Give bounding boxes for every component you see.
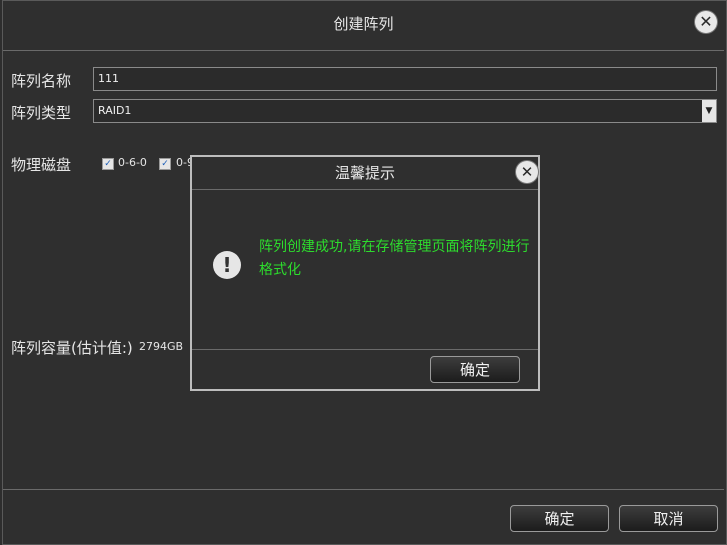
capacity-label: 阵列容量(估计值:) bbox=[11, 339, 133, 357]
title-divider bbox=[3, 50, 724, 51]
array-type-value: RAID1 bbox=[98, 104, 132, 117]
modal-title-divider bbox=[192, 189, 538, 190]
dialog-title: 创建阵列 bbox=[333, 15, 394, 33]
close-icon[interactable]: ✕ bbox=[695, 11, 717, 33]
physical-disk-label: 物理磁盘 bbox=[11, 156, 72, 174]
modal-footer-divider bbox=[192, 349, 538, 350]
array-type-label: 阵列类型 bbox=[11, 104, 72, 122]
check-icon: ✓ bbox=[161, 159, 169, 169]
disk-label-1: 0-6-0 bbox=[118, 156, 147, 169]
modal-ok-button[interactable]: 确定 bbox=[430, 356, 520, 383]
modal-message: 阵列创建成功,请在存储管理页面将阵列进行格式化 bbox=[259, 239, 530, 278]
footer-divider bbox=[3, 489, 724, 490]
ok-button[interactable]: 确定 bbox=[510, 505, 609, 532]
cancel-button[interactable]: 取消 bbox=[619, 505, 718, 532]
warning-icon: ! bbox=[213, 251, 241, 279]
chevron-down-icon[interactable]: ▼ bbox=[702, 100, 716, 122]
array-type-select[interactable]: RAID1 ▼ bbox=[93, 99, 717, 123]
close-icon[interactable]: ✕ bbox=[516, 161, 538, 183]
check-icon: ✓ bbox=[104, 159, 112, 169]
disk-checkbox-1[interactable]: ✓ bbox=[102, 158, 114, 170]
tip-modal: 温馨提示 ✕ ! 阵列创建成功,请在存储管理页面将阵列进行格式化 确定 bbox=[190, 155, 540, 391]
capacity-value: 2794GB bbox=[139, 340, 184, 353]
disk-checkbox-2[interactable]: ✓ bbox=[159, 158, 171, 170]
array-name-label: 阵列名称 bbox=[11, 72, 72, 90]
modal-title: 温馨提示 bbox=[334, 164, 395, 182]
array-name-input[interactable]: 111 bbox=[93, 67, 717, 91]
